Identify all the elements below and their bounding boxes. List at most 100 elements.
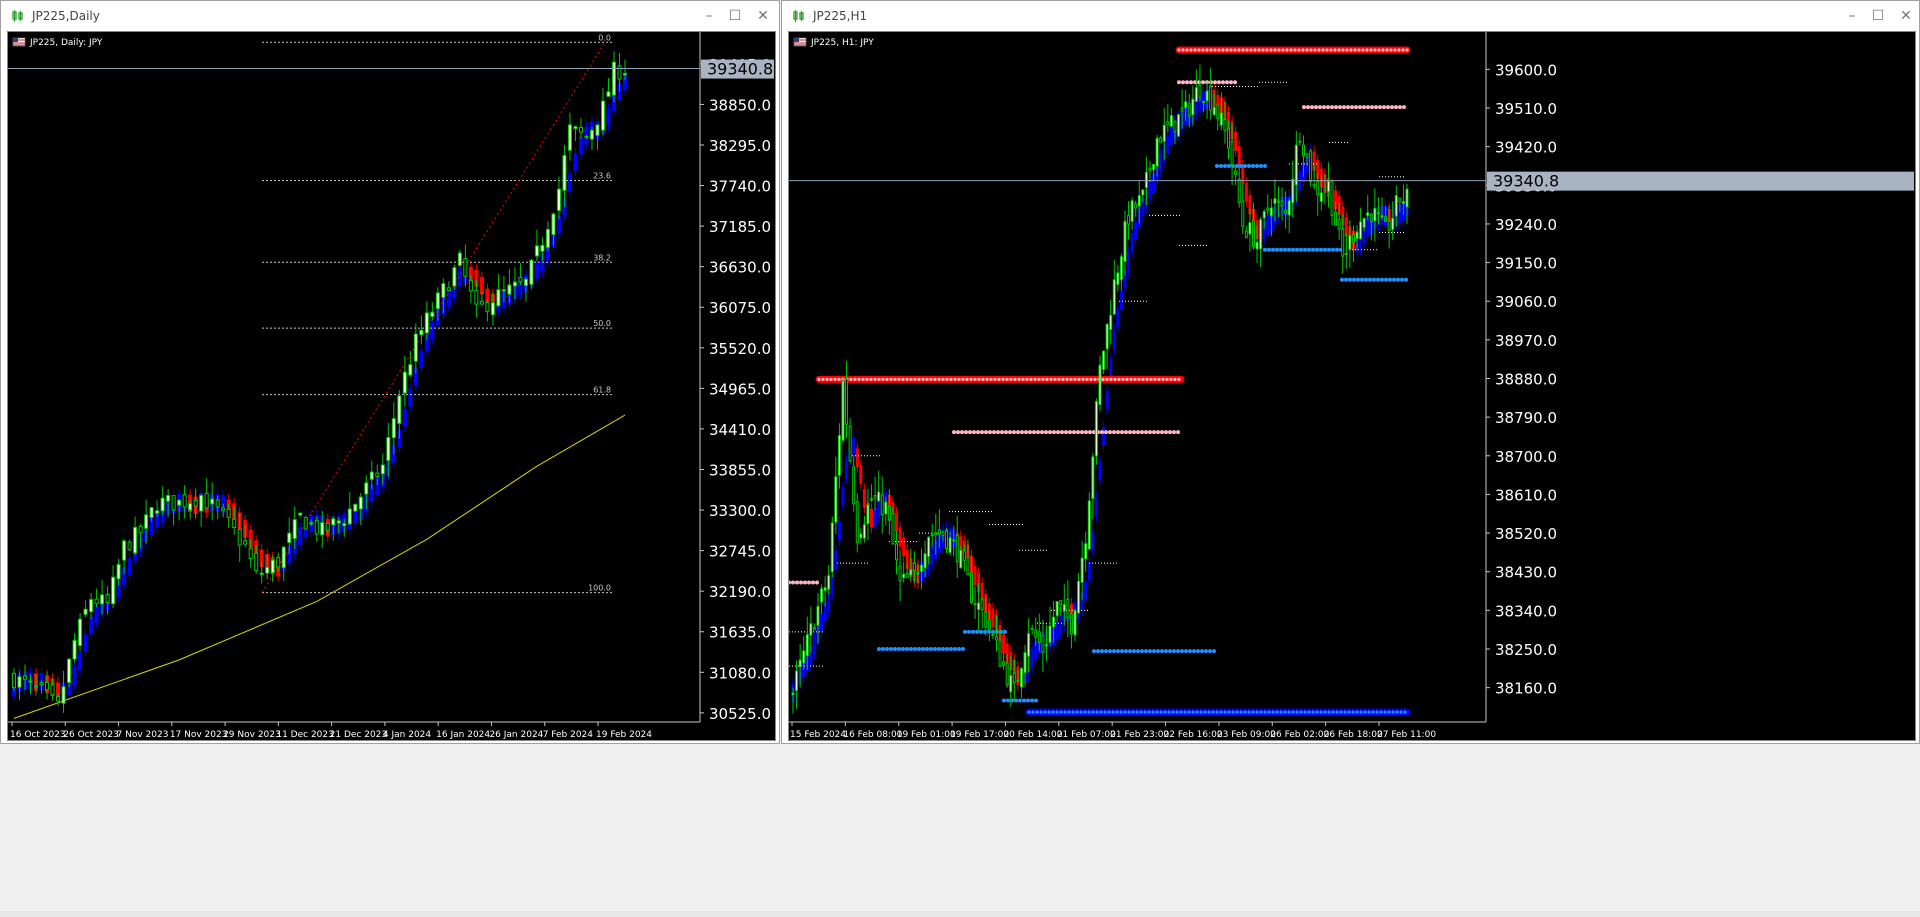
ribbon-bar <box>898 527 902 547</box>
close-button[interactable]: ✕ <box>750 7 776 25</box>
candle-body <box>1337 219 1341 230</box>
time-axis-label: 19 Feb 2024 <box>596 730 652 740</box>
candle-body <box>248 547 253 559</box>
ribbon-bar <box>1234 131 1238 151</box>
ribbon-bar <box>1159 153 1163 173</box>
ribbon-bar <box>1134 221 1138 241</box>
candle-body <box>1109 314 1113 331</box>
candle-body <box>955 534 959 563</box>
candle-body <box>945 530 948 550</box>
candle-body <box>534 245 539 257</box>
ribbon-bar <box>873 507 877 527</box>
titlebar[interactable]: JP225,Daily – ☐ ✕ <box>1 1 779 31</box>
maximize-button[interactable]: ☐ <box>722 7 748 25</box>
candle-body <box>1230 141 1234 166</box>
candle-body <box>331 518 336 526</box>
candle-body <box>551 213 556 236</box>
candle-body <box>138 525 143 534</box>
candle-body <box>1137 195 1141 207</box>
ribbon-bar <box>930 546 934 566</box>
candle-body <box>188 503 193 511</box>
price-axis-label: 39240.0 <box>1495 216 1557 234</box>
candle-body <box>1212 106 1216 116</box>
candle-body <box>1359 221 1363 240</box>
candle-body <box>336 520 341 524</box>
price-axis-label: 39060.0 <box>1495 293 1557 311</box>
candle-body <box>397 395 402 424</box>
candle-body <box>254 552 259 572</box>
candle-body <box>1023 652 1027 674</box>
candle-body <box>496 289 501 307</box>
chart-canvas[interactable]: JP225, H1: JPY39600.039510.039420.039330… <box>787 31 1916 741</box>
candle-body <box>1309 150 1313 182</box>
ribbon-bar <box>841 487 845 507</box>
price-axis-label: 38520.0 <box>1495 525 1557 543</box>
ribbon-bar <box>820 612 824 632</box>
ribbon-bar <box>837 521 841 541</box>
window-jp225-daily[interactable]: JP225,Daily – ☐ ✕ JP225, Daily: JPY 0.0 23… <box>0 0 780 744</box>
candle-body <box>1234 170 1238 175</box>
candle-body <box>413 333 418 362</box>
candle-body <box>1162 124 1166 142</box>
candle-body <box>1366 212 1370 217</box>
close-button[interactable]: ✕ <box>1893 7 1919 25</box>
candle-body <box>1280 200 1284 207</box>
candle-body <box>430 311 435 317</box>
minimize-button[interactable]: – <box>1839 7 1865 25</box>
candle-body <box>1123 220 1127 263</box>
candle-body <box>984 611 988 628</box>
candle-body <box>973 603 977 606</box>
candle-body <box>1098 364 1102 406</box>
candle-body <box>812 626 816 631</box>
ribbon-bar <box>862 488 866 508</box>
candle-body <box>1169 115 1173 127</box>
candle-body <box>998 639 1002 667</box>
minimize-button[interactable]: – <box>696 7 722 25</box>
time-axis-label: 26 Jan 2024 <box>489 730 543 740</box>
candle-body <box>600 100 605 131</box>
candle-body <box>1041 635 1045 653</box>
candle-body <box>902 573 906 579</box>
ribbon-bar <box>89 616 94 635</box>
candle-body <box>292 519 297 540</box>
candle-body <box>1287 200 1291 216</box>
candle-body <box>1037 631 1041 643</box>
candle-body <box>1266 207 1270 211</box>
candle-body <box>937 529 941 535</box>
candle-body <box>1269 207 1273 217</box>
maximize-button[interactable]: ☐ <box>1865 7 1891 25</box>
current-price-label: 39340.8 <box>707 60 773 79</box>
candle-body <box>67 658 72 684</box>
candle-body <box>39 682 44 686</box>
time-axis-label: 26 Feb 18:00 <box>1324 730 1383 740</box>
fib-level-label: 23.6 <box>593 171 611 180</box>
candle-body <box>622 72 628 76</box>
titlebar[interactable]: JP225,H1 – ☐ ✕ <box>782 1 1919 31</box>
price-axis-label: 37740.0 <box>709 178 771 196</box>
daily-chart[interactable]: JP225, Daily: JPY 0.0 23.6 38.2 50.0 61.8 100.… <box>8 32 775 740</box>
candle-body <box>100 594 105 605</box>
candle-body <box>1216 104 1220 119</box>
candle-body <box>193 499 198 507</box>
candle-body <box>353 503 358 512</box>
candle-body <box>232 518 237 529</box>
ribbon-bar <box>402 409 407 427</box>
ribbon-bar <box>830 575 834 595</box>
candle-body <box>490 302 495 316</box>
candle-body <box>11 672 17 689</box>
price-axis-label: 38850.0 <box>709 96 771 114</box>
pivot-level-blue <box>1340 277 1408 282</box>
price-axis-label: 38160.0 <box>1495 680 1557 698</box>
candle-body <box>375 472 380 477</box>
candle-body <box>1019 668 1023 688</box>
h1-chart[interactable]: JP225, H1: JPY39600.039510.039420.039330… <box>787 32 1915 740</box>
window-jp225-h1[interactable]: JP225,H1 – ☐ ✕ JP225, H1: JPY 39600.0 3951… <box>781 0 1920 744</box>
candle-body <box>1323 186 1327 190</box>
candle-body <box>823 587 827 591</box>
candle-body <box>905 572 909 578</box>
candle-body <box>827 575 831 590</box>
time-axis-label: 21 Dec 2023 <box>330 730 388 740</box>
candle-body <box>887 505 891 521</box>
candle-body <box>479 300 484 305</box>
chart-canvas[interactable]: JP225, Daily: JPY 0.0 23.6 38.2 50.0 61.8 100.… <box>7 31 776 741</box>
